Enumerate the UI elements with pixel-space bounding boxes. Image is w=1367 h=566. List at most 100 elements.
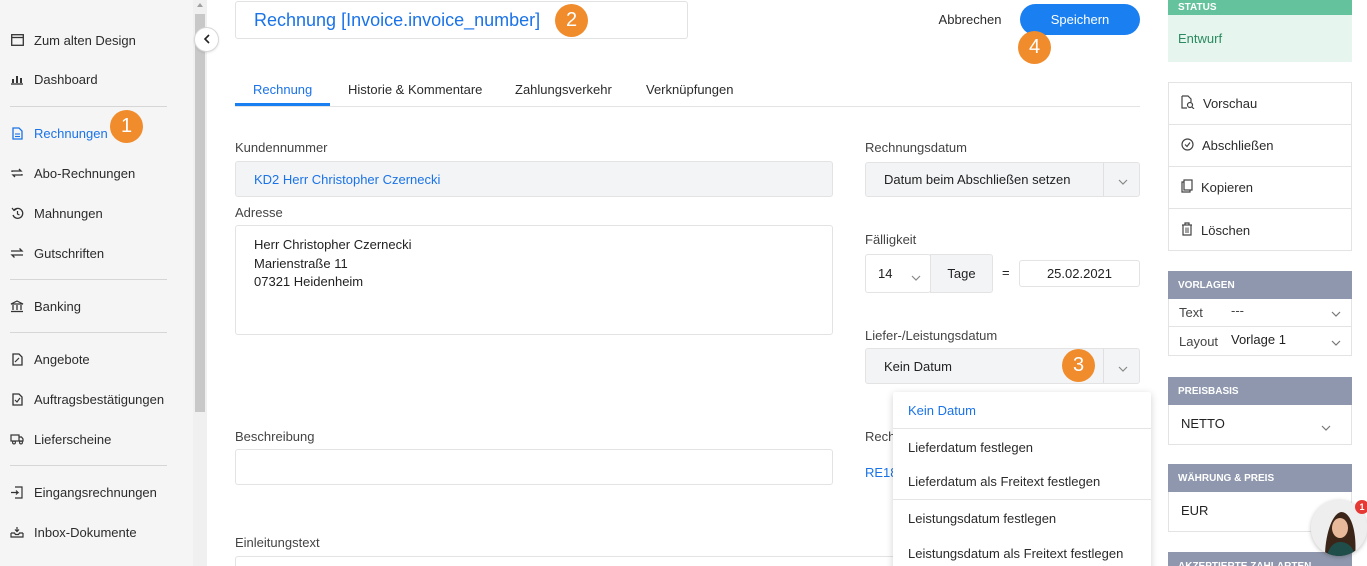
tab-historie-kommentare[interactable]: Historie & Kommentare	[348, 72, 482, 107]
import-icon	[10, 485, 24, 499]
sidebar-item-label: Auftragsbestätigungen	[34, 391, 165, 407]
divider	[10, 465, 167, 466]
step-badge-1: 1	[110, 110, 143, 143]
intro-text-label: Einleitungstext	[235, 535, 320, 550]
divider	[1103, 349, 1104, 383]
history-icon	[10, 206, 24, 220]
text-template-select[interactable]: ---	[1231, 303, 1349, 323]
due-days-value: 14	[878, 266, 893, 281]
delivery-date-value: Kein Datum	[884, 358, 952, 374]
currency-heading: WÄHRUNG & PREIS	[1168, 464, 1352, 492]
delivery-date-select[interactable]: Kein Datum	[865, 348, 1140, 384]
due-unit-text: Tage	[947, 266, 976, 281]
invoice-date-value: Datum beim Abschließen setzen	[884, 172, 1071, 187]
copy-icon	[1181, 179, 1193, 196]
due-label: Fälligkeit	[865, 232, 917, 247]
actions-panel: Vorschau Abschließen Kopieren Löschen	[1168, 82, 1352, 251]
copy-button[interactable]: Kopieren	[1169, 167, 1351, 209]
price-basis-select[interactable]: NETTO	[1168, 405, 1352, 445]
chevron-down-icon	[1321, 420, 1331, 435]
chevron-down-icon	[1331, 306, 1341, 321]
sidebar-item-mahnungen[interactable]: Mahnungen	[10, 202, 103, 224]
chevron-down-icon	[1331, 335, 1341, 350]
sidebar-item-eingangsrechnungen[interactable]: Eingangsrechnungen	[10, 481, 157, 503]
status-heading: STATUS	[1168, 0, 1352, 15]
customer-label: Kundennummer	[235, 140, 328, 155]
sidebar-scrollbar[interactable]	[193, 0, 207, 566]
sidebar-item-label: Eingangsrechnungen	[34, 484, 157, 500]
sidebar-item-rechnungen[interactable]: Rechnungen	[10, 122, 108, 144]
due-date-value: 25.02.2021	[1046, 266, 1113, 281]
invoice-date-select[interactable]: Datum beim Abschließen setzen	[865, 162, 1140, 197]
due-date-input[interactable]: 25.02.2021	[1019, 260, 1140, 287]
tab-rechnung[interactable]: Rechnung	[253, 72, 312, 107]
price-basis-heading: PREISBASIS	[1168, 377, 1352, 405]
document-icon	[10, 352, 24, 366]
sidebar-item-label: Lieferscheine	[34, 431, 112, 447]
templates-panel: Text --- Layout Vorlage 1	[1168, 299, 1352, 356]
inbox-icon	[10, 525, 24, 539]
address-line: Herr Christopher Czernecki	[254, 237, 412, 252]
action-label: Löschen	[1201, 222, 1251, 238]
sidebar-item-banking[interactable]: Banking	[10, 295, 81, 317]
cancel-button[interactable]: Abbrechen	[930, 6, 1010, 32]
sidebar-item-dashboard[interactable]: Dashboard	[10, 68, 98, 90]
currency-value: EUR	[1181, 503, 1209, 518]
sidebar-item-old-design[interactable]: Zum alten Design	[10, 29, 136, 51]
tab-verknuepfungen[interactable]: Verknüpfungen	[646, 72, 733, 107]
chevron-down-icon	[911, 270, 921, 285]
sidebar-item-auftragsbestaetigungen[interactable]: Auftragsbestätigungen	[10, 388, 164, 410]
sidebar-item-gutschriften[interactable]: Gutschriften	[10, 242, 104, 264]
scroll-up-icon[interactable]	[197, 3, 203, 7]
sidebar-item-angebote[interactable]: Angebote	[10, 348, 90, 370]
menu-item-kein-datum[interactable]: Kein Datum	[908, 403, 976, 418]
address-line: Marienstraße 11	[254, 255, 348, 271]
address-label: Adresse	[235, 205, 283, 220]
sidebar-item-label: Gutschriften	[34, 245, 105, 261]
sidebar-item-label: Abo-Rechnungen	[34, 165, 136, 181]
divider	[1169, 326, 1351, 327]
intro-text-input[interactable]	[235, 556, 895, 566]
description-input[interactable]	[235, 449, 833, 485]
tab-zahlungsverkehr[interactable]: Zahlungsverkehr	[515, 72, 612, 107]
delivery-date-label: Liefer-/Leistungsdatum	[865, 328, 998, 343]
document-icon	[10, 392, 24, 406]
scrollbar-thumb[interactable]	[195, 14, 205, 412]
check-circle-icon	[1181, 137, 1194, 154]
customer-field[interactable]: KD2 Herr Christopher Czernecki	[235, 161, 833, 197]
sidebar-item-lieferscheine[interactable]: Lieferscheine	[10, 428, 111, 450]
sidebar-item-inbox-dokumente[interactable]: Inbox-Dokumente	[10, 521, 137, 543]
sidebar-item-label: Zum alten Design	[34, 32, 136, 48]
menu-item-leistungsdatum-freitext[interactable]: Leistungsdatum als Freitext festlegen	[908, 546, 1123, 561]
sidebar-item-label: Angebote	[34, 351, 90, 367]
due-days-select[interactable]: 14	[865, 254, 931, 293]
address-textarea[interactable]: Herr Christopher Czernecki Marienstraße …	[235, 225, 833, 335]
action-label: Abschließen	[1202, 138, 1274, 153]
menu-item-lieferdatum-freitext[interactable]: Lieferdatum als Freitext festlegen	[908, 474, 1100, 489]
due-unit-label: Tage	[930, 254, 993, 293]
collapse-sidebar-button[interactable]	[194, 27, 219, 52]
sidebar-item-label: Dashboard	[34, 71, 98, 87]
menu-item-leistungsdatum[interactable]: Leistungsdatum festlegen	[908, 511, 1056, 526]
sidebar-item-abo-rechnungen[interactable]: Abo-Rechnungen	[10, 162, 135, 184]
delete-button[interactable]: Löschen	[1169, 209, 1351, 251]
step-badge-4: 4	[1018, 31, 1051, 64]
active-tab-indicator	[235, 103, 330, 106]
page-title: Rechnung [Invoice.invoice_number]	[254, 9, 541, 30]
sidebar-item-label: Banking	[34, 298, 81, 314]
step-badge-3: 3	[1062, 349, 1095, 382]
divider	[10, 332, 167, 333]
customer-value[interactable]: KD2 Herr Christopher Czernecki	[254, 172, 440, 187]
equals-sign: =	[1002, 265, 1010, 280]
layout-template-select[interactable]: Vorlage 1	[1231, 332, 1349, 352]
layout-template-value: Vorlage 1	[1231, 332, 1286, 347]
menu-item-lieferdatum[interactable]: Lieferdatum festlegen	[908, 440, 1033, 455]
invoice-date-label: Rechnungsdatum	[865, 140, 967, 155]
chevron-down-icon	[1118, 361, 1128, 376]
finalize-button[interactable]: Abschließen	[1169, 125, 1351, 167]
save-button[interactable]: Speichern	[1020, 4, 1140, 35]
invoice-title-field[interactable]: Rechnung [Invoice.invoice_number]	[235, 1, 688, 39]
action-label: Vorschau	[1203, 96, 1258, 111]
preview-button[interactable]: Vorschau	[1169, 83, 1351, 125]
divider	[1103, 163, 1104, 196]
